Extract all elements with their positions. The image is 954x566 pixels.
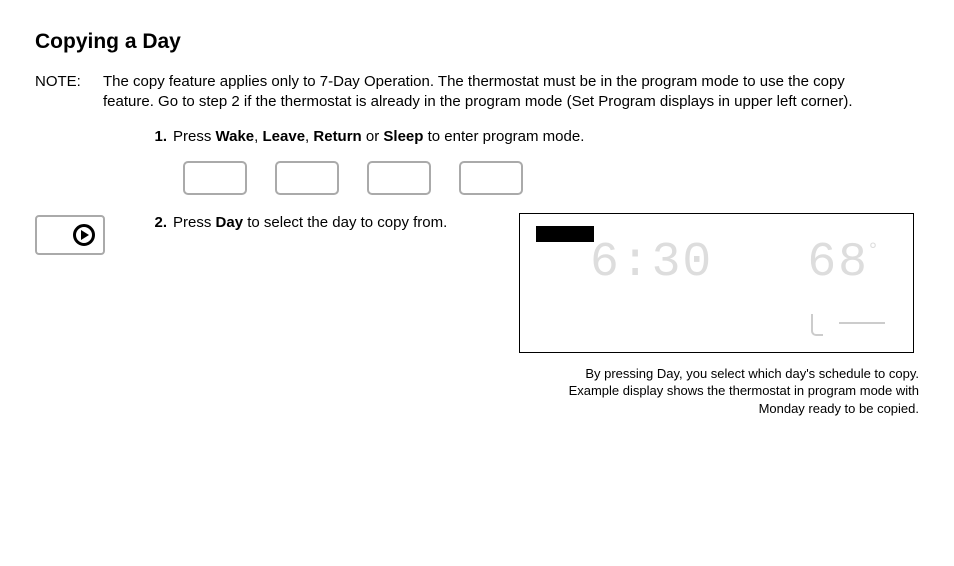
day-keyword: Day [216,214,244,231]
sep3: or [362,128,384,145]
note-row: NOTE: The copy feature applies only to 7… [35,72,919,113]
sep1: , [254,128,262,145]
display-caption: By pressing Day, you select which day's … [519,365,919,418]
step-2: 2. Press Day to select the day to copy f… [145,213,519,233]
note-label: NOTE: [35,72,103,113]
leave-button-graphic [275,161,339,195]
step-1: 1. Press Wake, Leave, Return or Sleep to… [145,127,919,147]
wake-button-graphic [183,161,247,195]
step-1-text: Press Wake, Leave, Return or Sleep to en… [173,127,919,147]
day-button-graphic [35,215,105,255]
caption-line-3: Monday ready to be copied. [519,400,919,418]
step-1-number: 1. [145,127,173,147]
return-keyword: Return [313,128,361,145]
thermostat-display: 6:30 68° [519,213,914,353]
step-1-pre: Press [173,128,216,145]
degree-symbol: ° [867,240,881,263]
display-underline [839,322,885,324]
wake-keyword: Wake [216,128,255,145]
caption-line-1: By pressing Day, you select which day's … [519,365,919,383]
leave-keyword: Leave [263,128,306,145]
step-2-number: 2. [145,213,173,233]
step-2-post: to select the day to copy from. [243,214,447,231]
sleep-button-graphic [459,161,523,195]
step-2-pre: Press [173,214,216,231]
sleep-keyword: Sleep [383,128,423,145]
step-1-post: to enter program mode. [423,128,584,145]
note-body: The copy feature applies only to 7-Day O… [103,72,919,113]
temp-value: 68 [807,236,869,290]
display-time: 6:30 [590,236,713,290]
caption-line-2: Example display shows the thermostat in … [519,382,919,400]
page-heading: Copying a Day [35,30,919,54]
display-mark-icon [811,314,823,336]
play-icon [73,224,95,246]
return-button-graphic [367,161,431,195]
set-program-indicator [536,226,594,242]
display-temperature: 68° [807,236,883,290]
program-buttons-row [183,161,919,195]
step-2-text: Press Day to select the day to copy from… [173,213,519,233]
